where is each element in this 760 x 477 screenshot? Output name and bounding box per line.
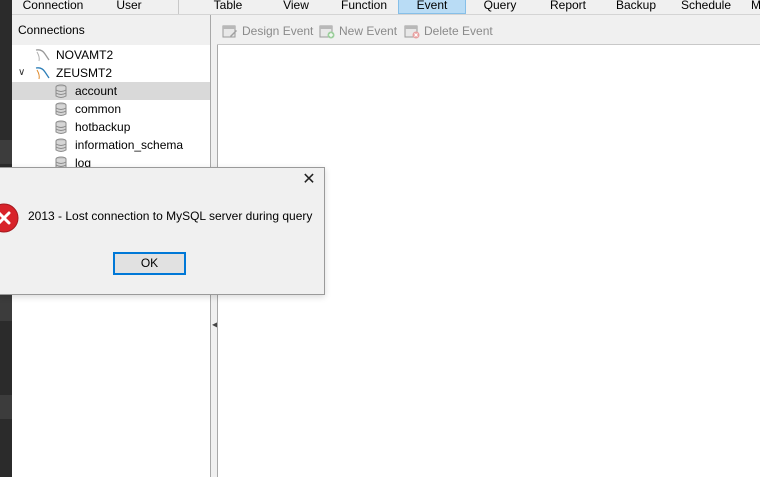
menu-user[interactable]: User	[112, 0, 146, 13]
database-icon	[55, 84, 67, 98]
new-event-label: New Event	[339, 24, 398, 38]
delete-event-label: Delete Event	[424, 24, 493, 38]
event-toolbar: Design Event New Event Delete Event	[217, 15, 760, 45]
background-edge-segment	[0, 395, 12, 419]
error-dialog: ✕ 2013 - Lost connection to MySQL server…	[0, 167, 325, 295]
design-event-icon	[222, 25, 237, 38]
new-event-button[interactable]: New Event	[319, 23, 399, 39]
menu-more[interactable]: M	[750, 0, 760, 13]
tree-item-information-schema[interactable]: information_schema	[12, 136, 210, 154]
menu-table[interactable]: Table	[208, 0, 248, 13]
error-icon	[0, 203, 19, 233]
mysql-connection-open-icon	[35, 67, 50, 80]
tree-item-account[interactable]: account	[12, 82, 210, 100]
tree-item-common[interactable]: common	[12, 100, 210, 118]
main-toolbar: Connection User Table View Function Even…	[12, 0, 760, 15]
database-icon	[55, 138, 67, 152]
tree-item-label: account	[75, 84, 118, 98]
ok-button[interactable]: OK	[113, 252, 186, 275]
menu-backup[interactable]: Backup	[612, 0, 660, 13]
delete-event-button[interactable]: Delete Event	[404, 23, 494, 39]
database-icon	[55, 120, 67, 134]
chevron-down-icon[interactable]: ∨	[18, 64, 25, 82]
tree-item-zeusmt2[interactable]: ∨ ZEUSMT2	[12, 64, 210, 82]
tree-item-label: NOVAMT2	[56, 48, 114, 62]
menu-function[interactable]: Function	[338, 0, 390, 13]
new-event-icon	[319, 25, 335, 39]
splitter-grip-icon[interactable]: ◀	[212, 320, 218, 330]
tree-item-novamt2[interactable]: NOVAMT2	[12, 46, 210, 64]
design-event-label: Design Event	[242, 24, 314, 38]
background-edge-segment	[0, 295, 12, 321]
menu-query[interactable]: Query	[480, 0, 520, 13]
background-edge-segment	[0, 140, 12, 164]
menu-view[interactable]: View	[280, 0, 312, 13]
menu-report[interactable]: Report	[546, 0, 590, 13]
mysql-connection-closed-icon	[35, 49, 50, 62]
tree-item-label: common	[75, 102, 122, 116]
delete-event-icon	[404, 25, 420, 39]
menu-event[interactable]: Event	[398, 0, 466, 14]
tree-item-label: ZEUSMT2	[56, 66, 113, 80]
menu-separator	[178, 0, 179, 14]
menu-schedule[interactable]: Schedule	[678, 0, 734, 13]
menu-connection[interactable]: Connection	[20, 0, 86, 13]
error-message: 2013 - Lost connection to MySQL server d…	[28, 209, 313, 223]
database-icon	[55, 102, 67, 116]
design-event-button[interactable]: Design Event	[222, 23, 317, 39]
close-icon[interactable]: ✕	[301, 172, 317, 188]
tree-item-hotbackup[interactable]: hotbackup	[12, 118, 210, 136]
tree-item-label: information_schema	[75, 138, 184, 152]
connections-header: Connections	[12, 15, 210, 45]
tree-item-label: hotbackup	[75, 120, 131, 134]
